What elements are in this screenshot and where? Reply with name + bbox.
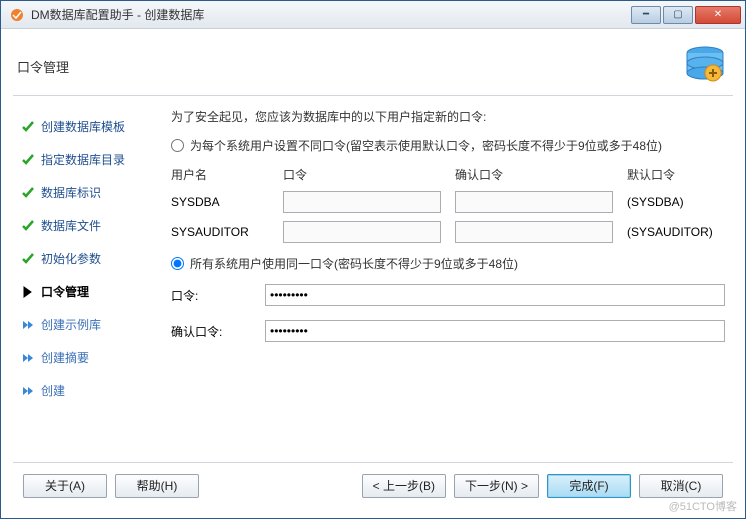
- confirm-label: 确认口令:: [171, 323, 251, 340]
- default-cell: (SYSDBA): [627, 195, 725, 209]
- radio-different-input[interactable]: [171, 139, 184, 152]
- sysdba-pwd-input[interactable]: [283, 191, 441, 213]
- instruction-text: 为了安全起见，您应该为数据库中的以下用户指定新的口令:: [171, 108, 725, 125]
- titlebar: DM数据库配置助手 - 创建数据库 ━ ▢ ✕: [1, 1, 745, 29]
- step-create[interactable]: 创建: [19, 374, 159, 407]
- next-button[interactable]: 下一步(N) >: [454, 474, 539, 498]
- fast-forward-icon: [21, 318, 35, 332]
- step-db-files[interactable]: 数据库文件: [19, 209, 159, 242]
- window-buttons: ━ ▢ ✕: [631, 6, 741, 24]
- back-button[interactable]: < 上一步(B): [362, 474, 446, 498]
- check-icon: [21, 186, 35, 200]
- maximize-button[interactable]: ▢: [663, 6, 693, 24]
- wizard-steps: 创建数据库模板 指定数据库目录 数据库标识 数据库文件 初始化参数 口令管理 创…: [13, 104, 159, 462]
- default-cell: (SYSAUDITOR): [627, 225, 725, 239]
- step-label: 指定数据库目录: [41, 151, 125, 168]
- step-label: 创建示例库: [41, 316, 101, 333]
- same-password-form: 口令: 确认口令:: [171, 284, 725, 342]
- section-title: 口令管理: [13, 57, 69, 76]
- user-cell: SYSAUDITOR: [171, 225, 269, 239]
- arrow-right-icon: [21, 285, 35, 299]
- pwd-label: 口令:: [171, 287, 251, 304]
- check-icon: [21, 252, 35, 266]
- same-pwd-input[interactable]: [265, 284, 725, 306]
- step-db-id[interactable]: 数据库标识: [19, 176, 159, 209]
- col-user: 用户名: [171, 166, 269, 183]
- step-label: 口令管理: [41, 283, 89, 300]
- body: 创建数据库模板 指定数据库目录 数据库标识 数据库文件 初始化参数 口令管理 创…: [13, 104, 733, 462]
- content-area: 口令管理 创建数据库模板: [1, 29, 745, 518]
- step-label: 数据库标识: [41, 184, 101, 201]
- step-label: 数据库文件: [41, 217, 101, 234]
- close-button[interactable]: ✕: [695, 6, 741, 24]
- radio-different-label: 为每个系统用户设置不同口令(留空表示使用默认口令，密码长度不得少于9位或多于48…: [190, 137, 662, 154]
- app-icon: [9, 7, 25, 23]
- help-button[interactable]: 帮助(H): [115, 474, 199, 498]
- step-label: 创建摘要: [41, 349, 89, 366]
- radio-same-label: 所有系统用户使用同一口令(密码长度不得少于9位或多于48位): [190, 255, 518, 272]
- fast-forward-icon: [21, 384, 35, 398]
- database-icon: [663, 39, 733, 93]
- check-icon: [21, 219, 35, 233]
- finish-button[interactable]: 完成(F): [547, 474, 631, 498]
- step-create-template[interactable]: 创建数据库模板: [19, 110, 159, 143]
- step-label: 创建: [41, 382, 65, 399]
- radio-same-password[interactable]: 所有系统用户使用同一口令(密码长度不得少于9位或多于48位): [171, 255, 725, 272]
- step-db-dir[interactable]: 指定数据库目录: [19, 143, 159, 176]
- footer: 关于(A) 帮助(H) < 上一步(B) 下一步(N) > 完成(F) 取消(C…: [13, 462, 733, 508]
- fast-forward-icon: [21, 351, 35, 365]
- app-window: DM数据库配置助手 - 创建数据库 ━ ▢ ✕ 口令管理: [0, 0, 746, 519]
- minimize-button[interactable]: ━: [631, 6, 661, 24]
- step-summary[interactable]: 创建摘要: [19, 341, 159, 374]
- check-icon: [21, 120, 35, 134]
- sysauditor-pwd-input[interactable]: [283, 221, 441, 243]
- main-panel: 为了安全起见，您应该为数据库中的以下用户指定新的口令: 为每个系统用户设置不同口…: [159, 104, 733, 462]
- radio-different-passwords[interactable]: 为每个系统用户设置不同口令(留空表示使用默认口令，密码长度不得少于9位或多于48…: [171, 137, 725, 154]
- check-icon: [21, 153, 35, 167]
- step-label: 初始化参数: [41, 250, 101, 267]
- step-init-params[interactable]: 初始化参数: [19, 242, 159, 275]
- window-title: DM数据库配置助手 - 创建数据库: [31, 6, 631, 23]
- step-password[interactable]: 口令管理: [19, 275, 159, 308]
- user-cell: SYSDBA: [171, 195, 269, 209]
- col-confirm: 确认口令: [455, 166, 613, 183]
- cancel-button[interactable]: 取消(C): [639, 474, 723, 498]
- col-pwd: 口令: [283, 166, 441, 183]
- divider: [13, 95, 733, 96]
- password-table: 用户名 口令 确认口令 默认口令 SYSDBA (SYSDBA) SYSAUDI…: [171, 166, 725, 243]
- col-default: 默认口令: [627, 166, 725, 183]
- header-row: 口令管理: [13, 39, 733, 93]
- sysauditor-confirm-input[interactable]: [455, 221, 613, 243]
- step-label: 创建数据库模板: [41, 118, 125, 135]
- same-confirm-input[interactable]: [265, 320, 725, 342]
- step-sample-db[interactable]: 创建示例库: [19, 308, 159, 341]
- sysdba-confirm-input[interactable]: [455, 191, 613, 213]
- about-button[interactable]: 关于(A): [23, 474, 107, 498]
- radio-same-input[interactable]: [171, 257, 184, 270]
